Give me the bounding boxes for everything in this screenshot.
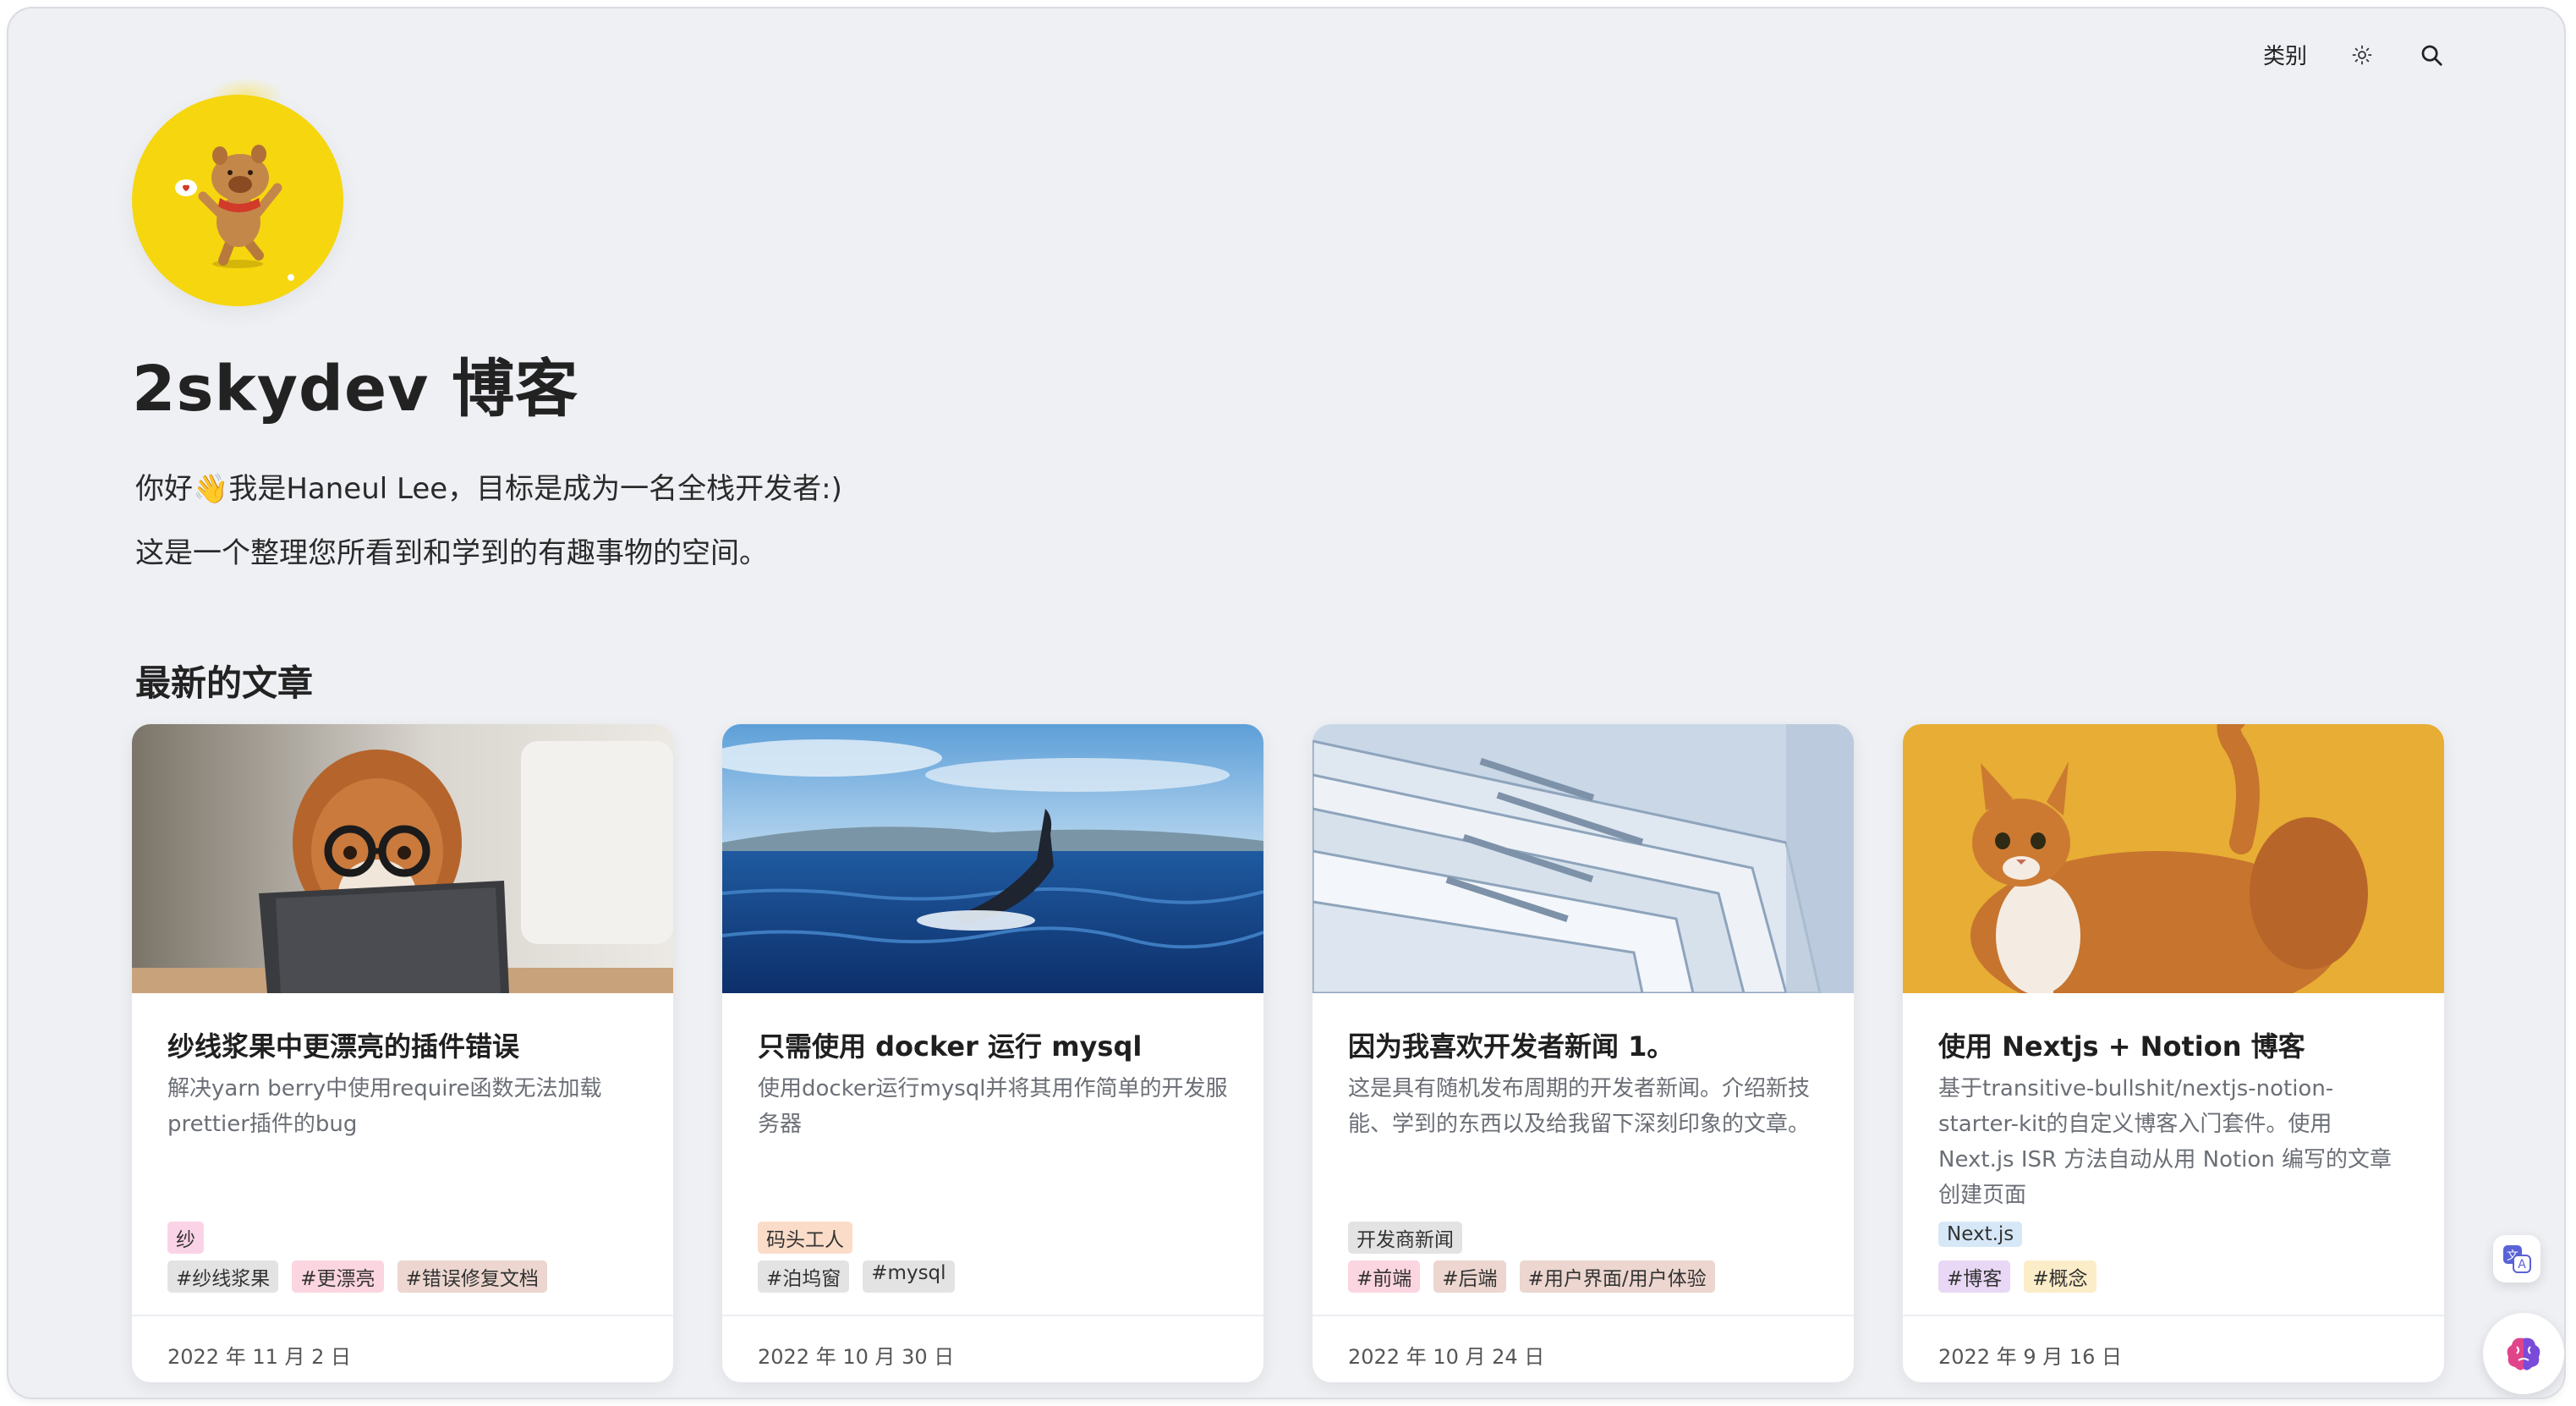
post-title[interactable]: 使用 Nextjs + Notion 博客 (1938, 1025, 2305, 1064)
post-footer: 2022 年 10 月 24 日 (1313, 1315, 1854, 1382)
post-category-tag[interactable]: Next.js (1938, 1222, 2023, 1247)
post-tags: #前端 #后端 #用户界面/用户体验 (1348, 1260, 1715, 1293)
nav-category-link[interactable]: 类别 (2263, 39, 2307, 70)
post-category-tag[interactable]: 纱 (167, 1222, 204, 1254)
post-tag[interactable]: #概念 (2024, 1260, 2096, 1293)
post-date: 2022 年 9 月 16 日 (1938, 1345, 2123, 1369)
post-tag[interactable]: #前端 (1348, 1260, 1421, 1293)
search-icon[interactable] (2417, 41, 2446, 69)
post-tag[interactable]: #用户界面/用户体验 (1519, 1260, 1715, 1293)
latest-posts-heading: 最新的文章 (135, 662, 314, 704)
post-tag[interactable]: #后端 (1433, 1260, 1506, 1293)
brain-icon[interactable] (2483, 1313, 2564, 1394)
whale-tail-image (722, 724, 1263, 993)
post-title[interactable]: 因为我喜欢开发者新闻 1。 (1348, 1025, 1674, 1064)
post-date: 2022 年 10 月 30 日 (758, 1345, 955, 1369)
post-tag[interactable]: #博客 (1938, 1260, 2011, 1293)
translate-icon[interactable]: 文 A (2493, 1235, 2540, 1282)
post-card[interactable]: 因为我喜欢开发者新闻 1。 这是具有随机发布周期的开发者新闻。介绍新技能、学到的… (1313, 724, 1854, 1382)
post-tags: #泊坞窗 #mysql (758, 1260, 955, 1293)
browser-window: 类别 2skydev 博客 你好👋我是Haneul Lee，目标是成为一名全栈开… (8, 8, 2564, 1398)
post-title[interactable]: 只需使用 docker 运行 mysql (758, 1025, 1142, 1064)
post-card-list: 纱线浆果中更漂亮的插件错误 解决yarn berry中使用require函数无法… (132, 724, 2444, 1382)
post-tag[interactable]: #更漂亮 (292, 1260, 384, 1293)
post-card[interactable]: 使用 Nextjs + Notion 博客 基于transitive-bulls… (1903, 724, 2444, 1382)
post-date: 2022 年 11 月 2 日 (167, 1345, 352, 1369)
post-date: 2022 年 10 月 24 日 (1348, 1345, 1545, 1369)
post-category-tag[interactable]: 码头工人 (758, 1222, 852, 1254)
site-title: 2skydev 博客 (132, 353, 579, 426)
post-card[interactable]: 纱线浆果中更漂亮的插件错误 解决yarn berry中使用require函数无法… (132, 724, 673, 1382)
post-description: 这是具有随机发布周期的开发者新闻。介绍新技能、学到的东西以及给我留下深刻印象的文… (1348, 1076, 1811, 1137)
newspapers-image (1313, 724, 1854, 993)
post-card[interactable]: 只需使用 docker 运行 mysql 使用docker运行mysql并将其用… (722, 724, 1263, 1382)
top-nav: 类别 (2263, 39, 2446, 70)
post-title[interactable]: 纱线浆果中更漂亮的插件错误 (167, 1025, 519, 1064)
post-tags: #纱线浆果 #更漂亮 #错误修复文档 (167, 1260, 547, 1293)
intro-line-2: 这是一个整理您所看到和学到的有趣事物的空间。 (135, 536, 768, 570)
orange-cat-image (1903, 724, 2444, 993)
post-description: 使用docker运行mysql并将其用作简单的开发服务器 (758, 1076, 1228, 1137)
avatar (132, 95, 343, 306)
post-footer: 2022 年 11 月 2 日 (132, 1315, 673, 1382)
post-tag[interactable]: #mysql (863, 1260, 955, 1293)
dog-with-glasses-image (132, 724, 673, 993)
sun-icon[interactable] (2348, 41, 2376, 69)
intro-line-1: 你好👋我是Haneul Lee，目标是成为一名全栈开发者:) (135, 472, 842, 506)
post-tag[interactable]: #错误修复文档 (397, 1260, 547, 1293)
post-category-tag[interactable]: 开发商新闻 (1348, 1222, 1462, 1254)
post-tag[interactable]: #泊坞窗 (758, 1260, 850, 1293)
post-tag[interactable]: #纱线浆果 (167, 1260, 279, 1293)
post-footer: 2022 年 9 月 16 日 (1903, 1315, 2444, 1382)
post-tags: #博客 #概念 (1938, 1260, 2096, 1293)
post-description: 基于transitive-bullshit/nextjs-notion-star… (1938, 1076, 2392, 1208)
post-description: 解决yarn berry中使用require函数无法加载prettier插件的b… (167, 1076, 602, 1137)
post-footer: 2022 年 10 月 30 日 (722, 1315, 1263, 1382)
svg-text:A: A (2518, 1258, 2526, 1271)
